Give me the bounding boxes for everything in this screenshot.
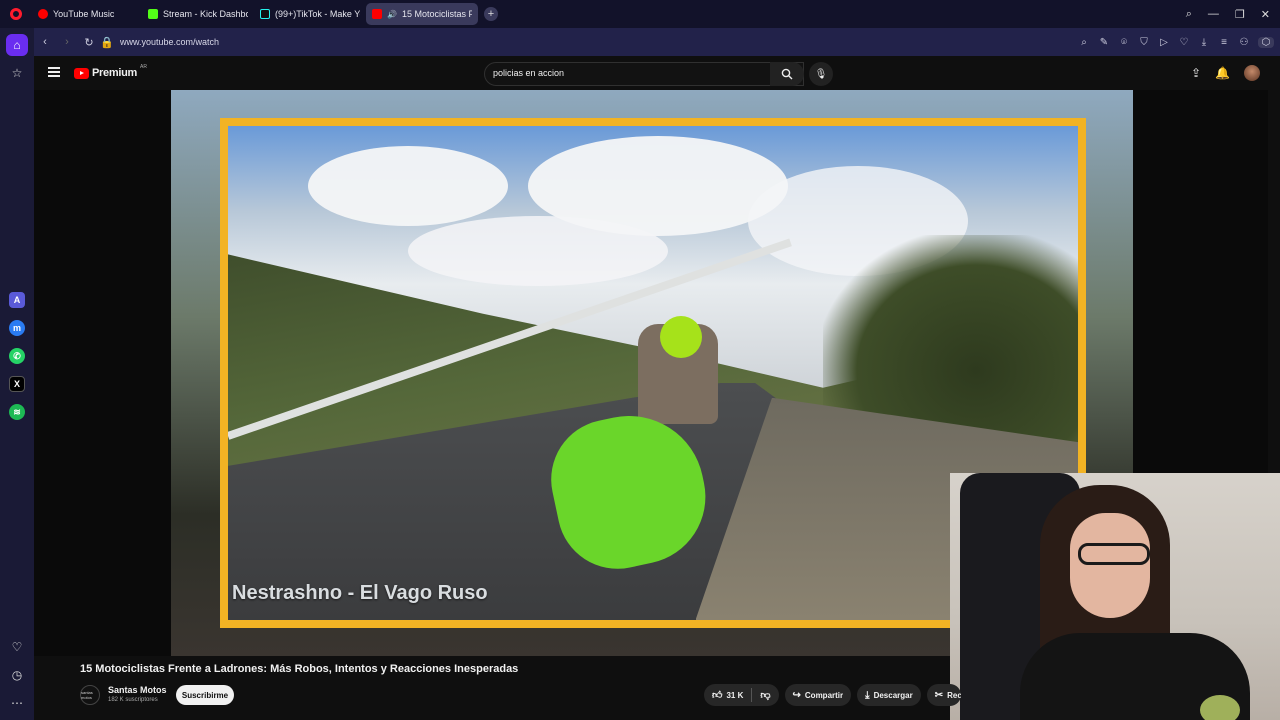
profile-icon[interactable]: ⚇ <box>1238 37 1250 48</box>
heart-icon[interactable]: ♡ <box>6 636 28 658</box>
download-icon[interactable]: ⤓ <box>1198 37 1210 48</box>
download-button[interactable]: ⤓ Descargar <box>857 684 921 706</box>
youtube-music-favicon-icon <box>38 9 48 19</box>
search-icon <box>781 68 793 80</box>
aria-icon[interactable]: A <box>9 292 25 308</box>
forward-icon[interactable]: › <box>56 36 78 48</box>
zoom-search-icon[interactable]: ⌕ <box>1078 37 1090 48</box>
subscriber-count: 182 K suscriptores <box>108 697 158 703</box>
tiktok-favicon-icon <box>260 9 270 19</box>
tab-youtube-music[interactable]: YouTube Music <box>32 3 142 25</box>
account-avatar[interactable] <box>1244 65 1260 81</box>
dislike-button[interactable]: 👎︎ <box>752 684 778 706</box>
like-dislike-group: 👍︎ 31 K 👎︎ <box>704 684 779 706</box>
url-field[interactable]: www.youtube.com/watch <box>120 37 219 47</box>
search-box: ✕ <box>484 62 804 86</box>
like-button[interactable]: 👍︎ 31 K <box>704 684 751 706</box>
youtube-premium-logo[interactable]: Premium AR <box>74 64 147 79</box>
speaker-icon[interactable]: 🔊 <box>387 10 397 19</box>
messenger-icon[interactable]: m <box>9 320 25 336</box>
play-icon[interactable]: ▷ <box>1158 37 1170 48</box>
menu-lines-icon[interactable]: ≡ <box>1218 37 1230 48</box>
share-arrow-icon: ↪ <box>792 689 801 701</box>
video-actions: 👍︎ 31 K 👎︎ ↪ Compartir ⤓ Descargar ✂ Rec <box>704 684 961 706</box>
tab-tiktok[interactable]: (99+)TikTok - Make Your D <box>254 3 366 25</box>
channel-name[interactable]: Santas Motos <box>108 685 167 695</box>
reload-icon[interactable]: ↻ <box>78 36 100 49</box>
edit-icon[interactable]: ✎ <box>1098 37 1110 48</box>
minimize-icon[interactable]: — <box>1208 8 1219 20</box>
clip-button[interactable]: ✂ Rec <box>926 684 961 706</box>
vpn-shield-icon[interactable]: ⛉ <box>1138 37 1150 48</box>
tab-kick-dashboard[interactable]: Stream - Kick Dashboard <box>142 3 254 25</box>
more-dots-icon[interactable]: ⋯ <box>6 692 28 714</box>
window-controls: ⌕ — ❐ ✕ <box>1186 0 1280 28</box>
streamer-glasses <box>1078 543 1150 565</box>
tab-youtube-video[interactable]: 🔊 15 Motociclistas Frente <box>366 3 478 25</box>
snapshot-icon[interactable]: ⌾ <box>1118 37 1130 48</box>
youtube-play-icon <box>74 67 89 79</box>
bookmarks-star-icon[interactable]: ☆ <box>6 62 28 84</box>
hamburger-menu-icon[interactable] <box>48 67 60 77</box>
lock-icon: 🔒 <box>100 36 114 49</box>
scissors-icon: ✂ <box>934 689 944 701</box>
youtube-favicon-icon <box>372 9 382 19</box>
x-twitter-icon[interactable]: X <box>9 376 25 392</box>
thumbs-up-icon: 👍︎ <box>712 690 723 701</box>
heart-outline-icon[interactable]: ♡ <box>1178 37 1190 48</box>
browser-sidebar: ⌂ ☆ A m ✆ X ≋ ♡ ◷ ⋯ <box>0 28 34 720</box>
opera-menu-icon[interactable] <box>0 0 32 28</box>
share-button[interactable]: ↪ Compartir <box>784 684 852 706</box>
video-title: 15 Motociclistas Frente a Ladrones: Más … <box>80 663 519 675</box>
channel-avatar[interactable]: santas motos <box>80 685 100 705</box>
maximize-icon[interactable]: ❐ <box>1235 8 1245 21</box>
tab-search-icon[interactable]: ⌕ <box>1186 8 1192 21</box>
close-window-icon[interactable]: ✕ <box>1261 8 1270 21</box>
voice-search-mic-icon[interactable]: 🎙 <box>809 62 833 86</box>
new-tab-button[interactable]: + <box>484 7 498 21</box>
video-helmet <box>660 316 702 358</box>
kick-favicon-icon <box>148 9 158 19</box>
back-icon[interactable]: ‹ <box>34 36 56 48</box>
home-icon[interactable]: ⌂ <box>6 34 28 56</box>
extension-cube-icon[interactable]: ⬡ <box>1258 36 1274 48</box>
like-count: 31 K <box>726 690 744 700</box>
webcam-overlay <box>950 473 1280 720</box>
video-caption: Nestrashno - El Vago Ruso <box>232 582 488 604</box>
history-clock-icon[interactable]: ◷ <box>6 664 28 686</box>
address-tools: ⌕ ✎ ⌾ ⛉ ▷ ♡ ⤓ ≡ ⚇ ⬡ <box>1078 28 1274 56</box>
youtube-header: Premium AR ✕ 🎙 ⇪ 🔔 <box>34 56 1280 90</box>
notifications-bell-icon[interactable]: 🔔 <box>1215 66 1230 80</box>
upload-icon[interactable]: ⇪ <box>1191 66 1201 80</box>
spotify-icon[interactable]: ≋ <box>9 404 25 420</box>
streamer-face <box>1070 513 1150 618</box>
thumbs-down-icon: 👎︎ <box>760 690 771 701</box>
download-arrow-icon: ⤓ <box>865 689 870 701</box>
browser-tab-strip: YouTube Music Stream - Kick Dashboard (9… <box>0 0 1280 28</box>
whatsapp-icon[interactable]: ✆ <box>9 348 25 364</box>
search-input[interactable] <box>493 68 743 78</box>
search-button[interactable] <box>770 62 804 86</box>
address-bar: ‹ › ↻ 🔒 www.youtube.com/watch ⌕ ✎ ⌾ ⛉ ▷ … <box>34 28 1280 56</box>
subscribe-button[interactable]: Suscribirme <box>176 685 234 705</box>
drink-cup <box>1200 695 1240 720</box>
header-actions: ⇪ 🔔 <box>1191 65 1260 81</box>
